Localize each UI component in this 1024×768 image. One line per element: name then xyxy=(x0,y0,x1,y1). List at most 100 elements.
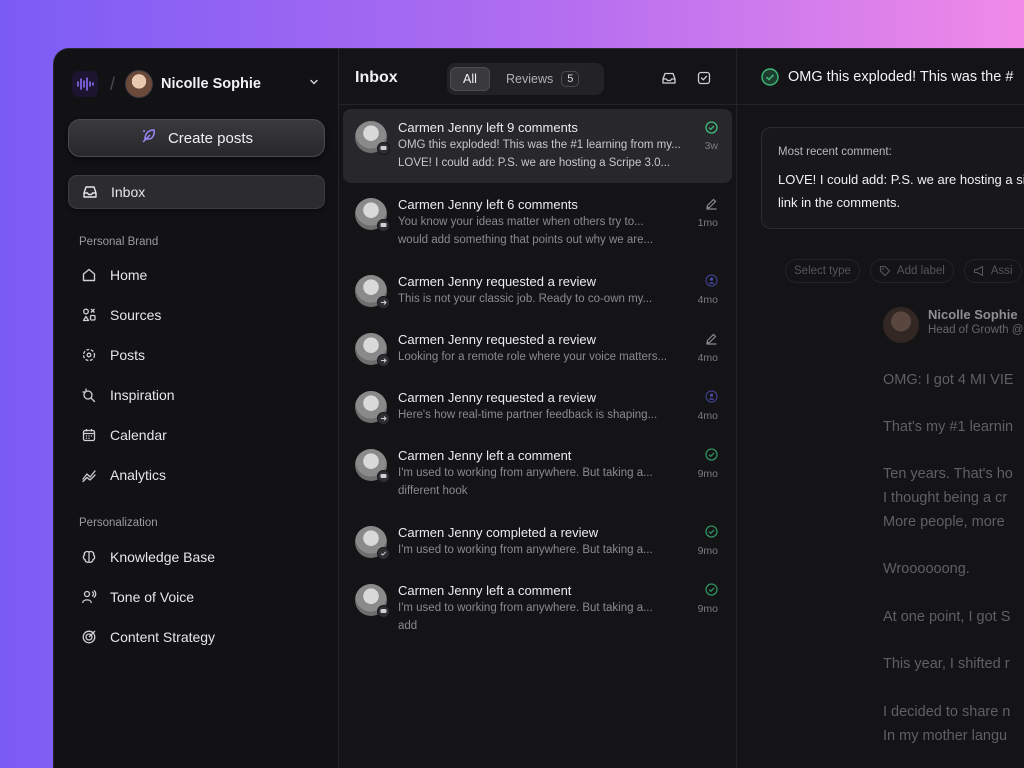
arrow-badge-icon xyxy=(377,296,390,309)
message-time: 1mo xyxy=(697,217,718,229)
post-actions: Select type Add label Assi xyxy=(785,259,1022,283)
post-paragraph: Ten years. That's ho xyxy=(883,466,1013,482)
check-circle-icon xyxy=(705,448,718,461)
create-posts-label: Create posts xyxy=(167,129,254,147)
post-paragraph: At one point, I got S xyxy=(883,609,1011,625)
inbox-title: Inbox xyxy=(355,69,398,86)
sidebar-item-label: Tone of Voice xyxy=(110,589,195,605)
list-item[interactable]: Carmen Jenny left a comment I'm used to … xyxy=(343,437,732,511)
logo-icon xyxy=(72,71,98,97)
tab-all[interactable]: All xyxy=(450,67,490,91)
message-title: Carmen Jenny left a comment xyxy=(398,448,572,463)
post-paragraph: I thought being a cr xyxy=(883,490,1008,506)
app-window: / Nicolle Sophie Create posts Inbox Pers… xyxy=(53,48,1024,768)
sidebar-item-content-strategy[interactable]: Content Strategy xyxy=(68,620,325,654)
sidebar-item-home[interactable]: Home xyxy=(68,258,325,292)
list-item[interactable]: Carmen Jenny requested a review Looking … xyxy=(343,321,732,377)
assign-button[interactable]: Assi xyxy=(963,259,1022,283)
post-paragraph: OMG: I got 4 MI VIE xyxy=(883,372,1014,388)
tab-reviews-label: Reviews xyxy=(506,72,554,86)
posts-icon xyxy=(80,346,98,364)
message-line: This is not your classic job. Ready to c… xyxy=(398,293,653,305)
sidebar-item-label: Posts xyxy=(110,347,146,363)
user-circle-icon xyxy=(705,390,718,403)
arrow-badge-icon xyxy=(377,412,390,425)
message-time: 9mo xyxy=(697,468,718,480)
message-line: You know your ideas matter when others t… xyxy=(398,216,644,228)
post-title: OMG this exploded! This was the # xyxy=(788,68,1014,85)
section-label-personal-brand: Personal Brand xyxy=(79,236,159,248)
add-label-button[interactable]: Add label xyxy=(869,259,954,283)
sidebar-item-label: Sources xyxy=(110,307,162,323)
message-time: 9mo xyxy=(697,545,718,557)
sidebar-item-inbox[interactable]: Inbox xyxy=(68,175,325,209)
sidebar-item-sources[interactable]: Sources xyxy=(68,298,325,332)
comment-badge-icon xyxy=(377,470,390,483)
message-title: Carmen Jenny left 6 comments xyxy=(398,197,578,212)
list-item[interactable]: Carmen Jenny left 6 comments You know yo… xyxy=(343,186,732,260)
sidebar-item-inspiration[interactable]: Inspiration xyxy=(68,378,325,412)
message-line: OMG this exploded! This was the #1 learn… xyxy=(398,139,681,151)
check-circle-icon xyxy=(705,121,718,134)
workspace-switcher[interactable]: / Nicolle Sophie xyxy=(72,69,320,99)
recent-comment-card[interactable]: Most recent comment: LOVE! I could add: … xyxy=(761,127,1024,229)
list-item[interactable]: Carmen Jenny left a comment I'm used to … xyxy=(343,572,732,646)
sidebar-item-knowledge-base[interactable]: Knowledge Base xyxy=(68,540,325,574)
recent-comment-label: Most recent comment: xyxy=(778,146,892,158)
chevron-down-icon[interactable] xyxy=(308,75,320,93)
message-line: add xyxy=(398,620,418,632)
inbox-pane: Inbox All Reviews 5 Carmen Jenny left 9 … xyxy=(339,49,737,768)
message-title: Carmen Jenny requested a review xyxy=(398,274,596,289)
target-icon xyxy=(80,628,98,646)
sidebar-item-label: Calendar xyxy=(110,427,167,443)
post-paragraph: I decided to share n xyxy=(883,704,1011,720)
message-time: 9mo xyxy=(697,603,718,615)
sidebar-item-calendar[interactable]: Calendar xyxy=(68,418,325,452)
voice-icon xyxy=(80,588,98,606)
sources-icon xyxy=(80,306,98,324)
check-circle-icon xyxy=(705,525,718,538)
message-title: Carmen Jenny left a comment xyxy=(398,583,572,598)
sidebar-item-tone-of-voice[interactable]: Tone of Voice xyxy=(68,580,325,614)
sidebar-item-analytics[interactable]: Analytics xyxy=(68,458,325,492)
arrow-badge-icon xyxy=(377,354,390,367)
list-item[interactable]: Carmen Jenny left 9 comments OMG this ex… xyxy=(343,109,732,183)
chip-label: Add label xyxy=(896,265,945,277)
brain-icon xyxy=(80,548,98,566)
recent-comment-text: LOVE! I could add: P.S. we are hosting a… xyxy=(778,172,1024,210)
separator: / xyxy=(110,73,116,94)
pen-icon xyxy=(706,333,717,345)
author-name: Nicolle Sophie xyxy=(928,307,1018,322)
post-paragraph: More people, more xyxy=(883,514,1005,530)
message-line: I'm used to working from anywhere. But t… xyxy=(398,467,653,479)
workspace-name: Nicolle Sophie xyxy=(161,76,261,92)
list-item[interactable]: Carmen Jenny completed a review I'm used… xyxy=(343,514,732,570)
message-line: Here's how real-time partner feedback is… xyxy=(398,409,658,421)
tag-icon xyxy=(879,265,891,277)
reviews-count-badge: 5 xyxy=(561,71,580,87)
message-line: different hook xyxy=(398,485,468,497)
check-badge-icon xyxy=(377,547,390,560)
chip-label: Select type xyxy=(794,265,851,277)
user-circle-icon xyxy=(705,274,718,287)
message-time: 4mo xyxy=(697,294,718,306)
pen-icon xyxy=(706,198,717,210)
sidebar-item-label: Knowledge Base xyxy=(110,549,216,565)
mark-done-icon[interactable] xyxy=(696,70,712,86)
tab-reviews[interactable]: Reviews 5 xyxy=(506,71,580,87)
list-item[interactable]: Carmen Jenny requested a review This is … xyxy=(343,263,732,319)
sidebar-item-posts[interactable]: Posts xyxy=(68,338,325,372)
inbox-header: Inbox All Reviews 5 xyxy=(339,49,736,105)
create-posts-button[interactable]: Create posts xyxy=(68,119,325,157)
check-circle-icon xyxy=(705,583,718,596)
list-item[interactable]: Carmen Jenny requested a review Here's h… xyxy=(343,379,732,435)
author-role: Head of Growth @ xyxy=(928,324,1024,336)
post-paragraph: In my mother langu xyxy=(883,728,1008,744)
analytics-icon xyxy=(80,466,98,484)
post-paragraph: Wroooooong. xyxy=(883,561,970,577)
sidebar: / Nicolle Sophie Create posts Inbox Pers… xyxy=(54,49,339,768)
sidebar-item-label: Analytics xyxy=(110,467,167,483)
post-paragraph: That's my #1 learnin xyxy=(883,419,1014,435)
inbox-tray-icon[interactable] xyxy=(661,70,677,86)
select-type-button[interactable]: Select type xyxy=(785,259,860,283)
